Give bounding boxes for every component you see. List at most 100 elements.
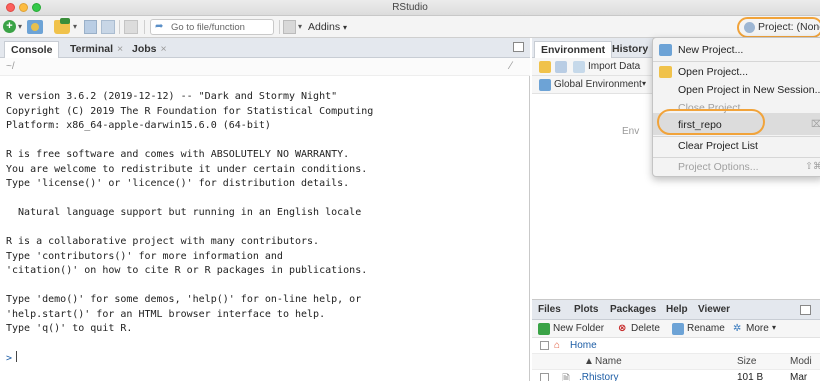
column-name[interactable]: Name (595, 356, 622, 367)
go-to-file-input[interactable]: ➦ Go to file/function (150, 19, 274, 35)
files-breadcrumb-row: ⌂ Home (532, 338, 820, 354)
select-all-checkbox[interactable] (540, 341, 549, 350)
clear-console-icon[interactable]: ∕ (510, 60, 512, 72)
chevron-down-icon[interactable]: ▾ (18, 22, 22, 31)
close-icon[interactable]: × (161, 43, 167, 55)
console-line: R version 3.6.2 (2019-12-12) -- "Dark an… (6, 91, 338, 102)
console-line: Natural language support but running in … (6, 207, 362, 218)
project-menu-button[interactable]: Project: (None) (737, 17, 820, 38)
toolbar-divider (279, 20, 280, 34)
table-row[interactable]: 🗎 .Rhistory 101 B Mar (532, 370, 820, 381)
tab-label: Jobs (132, 43, 157, 55)
create-project-icon[interactable] (27, 20, 43, 34)
menu-item-label: Project Options... (678, 161, 759, 173)
save-icon[interactable] (84, 20, 97, 34)
chevron-down-icon[interactable]: ▾ (772, 323, 776, 332)
menu-item-open-project-new-session[interactable]: Open Project in New Session... (653, 81, 820, 99)
menu-item-new-project[interactable]: New Project... (653, 41, 820, 59)
tab-label: Terminal (70, 43, 113, 55)
close-icon[interactable]: × (117, 43, 123, 55)
window-title: RStudio (392, 2, 428, 13)
file-size: 101 B (737, 372, 764, 381)
console-tab-bar: Console Terminal × Jobs × (0, 38, 530, 58)
breadcrumb-home[interactable]: Home (570, 340, 597, 351)
addins-menu[interactable]: Addins ▾ (308, 21, 347, 33)
new-folder-button[interactable]: New Folder (553, 323, 604, 334)
menu-item-label: Open Project... (678, 66, 749, 78)
chevron-down-icon[interactable]: ▾ (73, 22, 77, 31)
environment-empty-message: Env (622, 126, 640, 137)
file-modified: Mar (790, 372, 808, 381)
tab-packages[interactable]: Packages (610, 304, 656, 315)
menu-item-project-options: Project Options... ⇧⌘ (653, 158, 820, 176)
tab-label: Environment (541, 44, 606, 56)
import-data-icon[interactable] (573, 61, 585, 73)
menu-item-clear-project-list[interactable]: Clear Project List (653, 137, 820, 155)
tab-console[interactable]: Console (4, 41, 60, 58)
files-toolbar: New Folder ⊗ Delete Rename ✲ More ▾ (532, 320, 820, 338)
tab-label: Console (11, 44, 53, 56)
delete-icon[interactable]: ⊗ (618, 323, 626, 334)
chevron-down-icon[interactable]: ▾ (642, 79, 646, 88)
files-tab-bar: Files Plots Packages Help Viewer (532, 300, 820, 320)
tab-terminal[interactable]: Terminal × (64, 41, 129, 58)
environment-scope-select[interactable]: Global Environment (554, 79, 642, 90)
workspace-panes-icon[interactable] (283, 20, 296, 34)
console-line: Type 'q()' to quit R. (6, 323, 133, 334)
tab-help[interactable]: Help (666, 304, 688, 315)
new-folder-icon[interactable] (538, 323, 550, 335)
new-file-icon[interactable]: + (3, 20, 16, 33)
text-cursor (16, 351, 18, 362)
rename-button[interactable]: Rename (687, 323, 725, 334)
file-name-link[interactable]: .Rhistory (579, 372, 618, 381)
column-size[interactable]: Size (737, 356, 756, 367)
rename-icon[interactable] (672, 323, 684, 335)
toolbar-divider (144, 20, 145, 34)
save-all-icon[interactable] (101, 20, 115, 34)
column-modified[interactable]: Modi (790, 356, 812, 367)
menu-item-open-project[interactable]: Open Project... (653, 63, 820, 81)
tab-jobs[interactable]: Jobs × (126, 41, 173, 58)
more-menu-button[interactable]: More (746, 323, 769, 334)
addins-label: Addins (308, 21, 341, 33)
open-file-icon[interactable] (54, 18, 70, 34)
file-icon: 🗎 (562, 374, 571, 381)
console-line: Type 'demo()' for some demos, 'help()' f… (6, 294, 362, 305)
title-bar: RStudio (0, 0, 820, 16)
project-dropdown-menu: New Project... Open Project... Open Proj… (652, 37, 820, 177)
console-prompt-line[interactable]: > (6, 351, 18, 365)
tab-plots[interactable]: Plots (574, 304, 598, 315)
console-line: R is a collaborative project with many c… (6, 236, 320, 247)
maximize-pane-icon[interactable] (800, 305, 811, 315)
tab-viewer[interactable]: Viewer (698, 304, 730, 315)
menu-separator (653, 61, 820, 62)
menu-item-label: New Project... (678, 44, 744, 56)
new-project-icon (659, 44, 672, 56)
project-icon (744, 22, 755, 33)
working-directory[interactable]: ~/ (6, 61, 15, 72)
import-data-button[interactable]: Import Data (588, 61, 640, 72)
main-toolbar: + ▾ ▾ ➦ Go to file/function ▾ Addins ▾ (0, 16, 820, 38)
files-header-row: ▲ Name Size Modi (532, 354, 820, 370)
gear-icon[interactable]: ✲ (733, 323, 741, 334)
tab-files[interactable]: Files (538, 304, 561, 315)
sort-ascending-icon[interactable]: ▲ (584, 356, 594, 367)
shortcut-label: ⇧⌘ (805, 161, 820, 172)
tab-history[interactable]: History (606, 41, 654, 58)
print-icon[interactable] (124, 20, 138, 34)
tab-environment[interactable]: Environment (534, 41, 613, 58)
maximize-pane-icon[interactable] (513, 42, 524, 52)
remove-recent-icon[interactable]: ⌦ (811, 119, 820, 130)
chevron-down-icon[interactable]: ▾ (298, 22, 302, 31)
console-line: R is free software and comes with ABSOLU… (6, 149, 350, 160)
delete-button[interactable]: Delete (631, 323, 660, 334)
save-workspace-icon[interactable] (555, 61, 567, 73)
project-label: Project: (None) (758, 21, 820, 33)
row-checkbox[interactable] (540, 373, 549, 381)
console-line: 'citation()' on how to cite R or R packa… (6, 265, 368, 276)
open-project-icon (659, 66, 672, 78)
load-workspace-icon[interactable] (539, 61, 551, 73)
home-icon[interactable]: ⌂ (554, 340, 560, 351)
menu-item-label: Clear Project List (678, 140, 758, 152)
console-line: You are welcome to redistribute it under… (6, 163, 368, 175)
